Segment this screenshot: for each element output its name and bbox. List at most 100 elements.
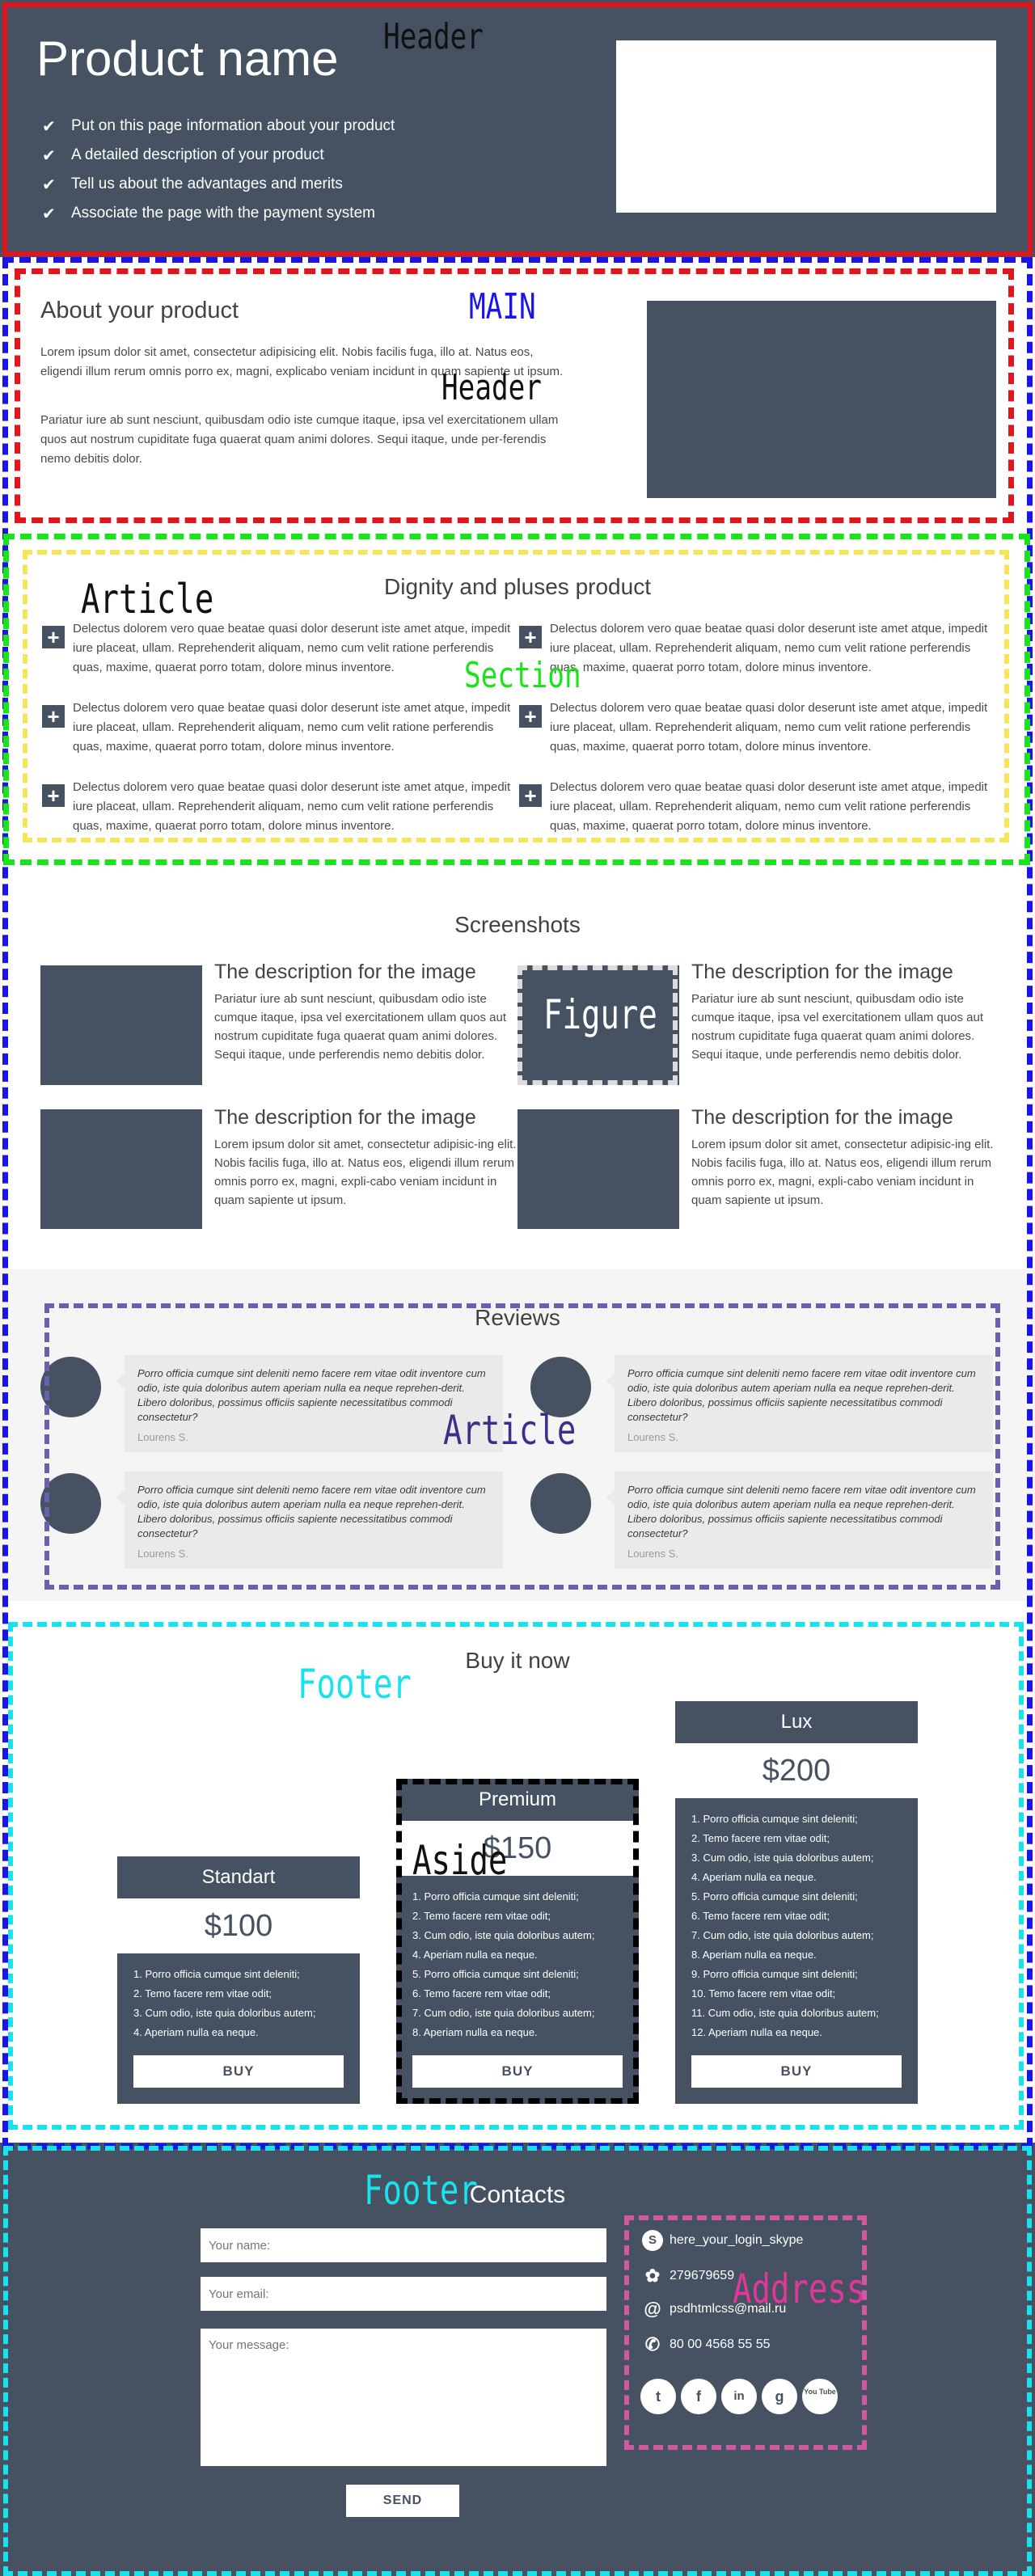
main-header-annotation: Header	[441, 367, 542, 408]
header-annotation: Header	[383, 16, 484, 57]
facebook-icon[interactable]: f	[681, 2379, 716, 2414]
about-image-placeholder	[647, 301, 996, 498]
plan-feature: 4. Aperiam nulla ea neque.	[412, 1949, 538, 1961]
address-annotation: Address	[733, 2266, 866, 2312]
plan-feature: 4. Aperiam nulla ea neque.	[133, 2026, 259, 2038]
avatar	[40, 1357, 101, 1417]
review-quote: Porro officia cumque sint deleniti nemo …	[137, 1484, 486, 1539]
icq-contact: ✿ 279679659	[642, 2266, 734, 2287]
about-paragraph: Pariatur iure ab sunt nesciunt, quibusda…	[40, 413, 559, 466]
feature-item: ✔ Associate the page with the payment sys…	[42, 205, 375, 223]
plan-feature: 12. Aperiam nulla ea neque.	[691, 2026, 822, 2038]
figure-annotation: Figure	[543, 991, 657, 1038]
plan-feature: 5. Porro officia cumque sint deleniti;	[691, 1890, 858, 1902]
article-annotation: Article	[81, 576, 214, 623]
plan-feature: 2. Temo facere rem vitae odit;	[412, 1910, 551, 1922]
review-author: Lourens S.	[627, 1431, 678, 1443]
plan-feature: 11. Cum odio, iste quia doloribus autem;	[691, 2007, 879, 2019]
google-icon[interactable]: g	[762, 2379, 797, 2414]
page-header: Product name ✔ Put on this page informati…	[0, 0, 1035, 257]
avatar	[530, 1473, 591, 1534]
plus-icon: +	[42, 705, 65, 728]
email-input[interactable]	[201, 2277, 606, 2311]
screenshot-text: Pariatur iure ab sunt nesciunt, quibusda…	[691, 992, 984, 1062]
dignity-item: Delectus dolorem vero quae beatae quasi …	[550, 701, 988, 754]
message-input[interactable]	[201, 2329, 606, 2466]
screenshot-text: Lorem ipsum dolor sit amet, consectetur …	[214, 1138, 517, 1207]
screenshot-image	[40, 1109, 202, 1229]
screenshot-image	[40, 965, 202, 1085]
youtube-icon[interactable]: You Tube	[802, 2379, 838, 2414]
screenshots-title: Screenshots	[454, 912, 581, 937]
twitter-icon[interactable]: t	[640, 2379, 676, 2414]
review-bubble: Porro officia cumque sint deleniti nemo …	[116, 1472, 503, 1569]
plus-icon: +	[42, 784, 65, 807]
plan-feature: 8. Aperiam nulla ea neque.	[412, 2026, 538, 2038]
reviews-article-annotation: Article	[443, 1407, 577, 1454]
dignity-item: Delectus dolorem vero quae beatae quasi …	[73, 780, 511, 833]
at-icon: @	[644, 2299, 661, 2319]
hero-image-placeholder	[616, 40, 996, 213]
check-icon: ✔	[42, 205, 56, 223]
buy-button[interactable]: BUY	[133, 2055, 344, 2088]
reviews-title: Reviews	[475, 1305, 560, 1330]
product-title: Product name	[36, 32, 339, 86]
copyright: Copyright © 2014 Product name - PSD HTML…	[408, 2560, 627, 2571]
plus-icon: +	[519, 784, 542, 807]
dignity-item: Delectus dolorem vero quae beatae quasi …	[73, 622, 511, 674]
check-icon: ✔	[42, 146, 56, 165]
review-author: Lourens S.	[137, 1548, 188, 1560]
linkedin-icon[interactable]: in	[721, 2379, 757, 2414]
plan-feature: 6. Temo facere rem vitae odit;	[691, 1910, 830, 1922]
plan-feature: 6. Temo facere rem vitae odit;	[412, 1987, 551, 2000]
review-quote: Porro officia cumque sint deleniti nemo …	[137, 1367, 486, 1423]
review-author: Lourens S.	[627, 1548, 678, 1560]
plan-feature: 3. Cum odio, iste quia doloribus autem;	[133, 2007, 316, 2019]
phone-icon: ✆	[644, 2334, 661, 2354]
screenshot-text: Pariatur iure ab sunt nesciunt, quibusda…	[214, 992, 507, 1062]
review-quote: Porro officia cumque sint deleniti nemo …	[627, 1484, 976, 1539]
pricing-title: Buy it now	[465, 1648, 570, 1673]
feature-item: ✔ Tell us about the advantages and merits	[42, 175, 343, 194]
plan-name: Lux	[780, 1711, 813, 1733]
plan-card-premium: Premium $150 1. Porro officia cumque sin…	[396, 1779, 639, 2104]
name-input[interactable]	[201, 2228, 606, 2262]
screenshot-heading: The description for the image	[214, 1106, 476, 1129]
plan-price: $100	[117, 1898, 360, 1953]
plan-price: $200	[675, 1743, 918, 1798]
contacts-title: Contacts	[469, 2181, 566, 2208]
plan-feature: 1. Porro officia cumque sint deleniti;	[133, 1968, 300, 1980]
plus-icon: +	[519, 626, 542, 648]
plan-features: 1. Porro officia cumque sint deleniti; 2…	[691, 1810, 879, 2042]
section-annotation: Section	[464, 655, 581, 696]
plan-feature: 9. Porro officia cumque sint deleniti;	[691, 1968, 858, 1980]
buy-button[interactable]: BUY	[412, 2055, 623, 2088]
plus-icon: +	[519, 705, 542, 728]
feature-list: ✔ Put on this page information about your…	[42, 112, 395, 228]
review-author: Lourens S.	[137, 1431, 188, 1443]
aside-annotation: Aside	[412, 1837, 508, 1884]
buy-button[interactable]: BUY	[691, 2055, 902, 2088]
plan-features: 1. Porro officia cumque sint deleniti; 2…	[133, 1965, 315, 2042]
plan-name: Standart	[201, 1866, 276, 1888]
review-quote: Porro officia cumque sint deleniti nemo …	[627, 1367, 976, 1423]
screenshot-image	[518, 1109, 679, 1229]
plan-feature: 10. Temo facere rem vitae odit;	[691, 1987, 836, 2000]
dignity-item: Delectus dolorem vero quae beatae quasi …	[550, 780, 988, 833]
icq-flower-icon: ✿	[644, 2266, 661, 2286]
send-button[interactable]: SEND	[346, 2485, 459, 2517]
feature-item: ✔ Put on this page information about your…	[42, 117, 395, 136]
plus-icon: +	[42, 626, 65, 648]
plan-feature: 1. Porro officia cumque sint deleniti;	[691, 1813, 858, 1825]
skype-contact: Shere_your_login_skype	[642, 2230, 803, 2251]
contacts-footer-annotation: Footer	[364, 2167, 478, 2214]
plan-feature: 8. Aperiam nulla ea neque.	[691, 1949, 817, 1961]
screenshot-heading: The description for the image	[214, 961, 476, 983]
plan-card-standart: Standart $100 1. Porro officia cumque si…	[117, 1856, 360, 2104]
plan-feature: 7. Cum odio, iste quia doloribus autem;	[412, 2007, 595, 2019]
feature-item: ✔ A detailed description of your product	[42, 146, 324, 165]
plan-feature: 2. Temo facere rem vitae odit;	[691, 1832, 830, 1844]
plan-feature: 4. Aperiam nulla ea neque.	[691, 1871, 817, 1883]
plan-feature: 5. Porro officia cumque sint deleniti;	[412, 1968, 579, 1980]
screenshot-text: Lorem ipsum dolor sit amet, consectetur …	[691, 1138, 994, 1207]
